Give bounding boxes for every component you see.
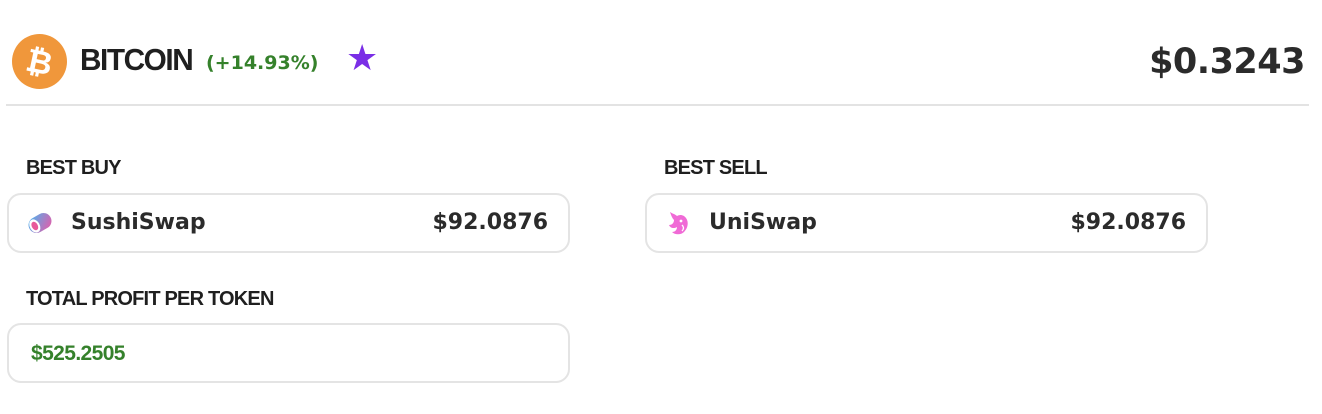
uniswap-icon <box>669 212 688 235</box>
best-sell-label: BEST SELL <box>664 157 768 179</box>
total-profit-card: $525.2505 <box>7 323 570 383</box>
bitcoin-symbol: ₿ <box>22 40 57 83</box>
best-buy-label: BEST BUY <box>26 157 122 179</box>
sushiswap-icon <box>28 213 52 233</box>
coin-header: ₿ BITCOIN (+14.93%) ★ $0.3243 <box>6 0 1309 106</box>
best-buy-card[interactable]: SushiSwap $92.0876 <box>7 193 570 253</box>
bitcoin-icon: ₿ <box>6 28 73 95</box>
coin-price: $0.3243 <box>1149 42 1305 82</box>
total-profit-value: $525.2505 <box>31 342 125 365</box>
best-sell-exchange-name: UniSwap <box>709 210 817 235</box>
coin-name: BITCOIN <box>80 42 194 77</box>
best-sell-card[interactable]: UniSwap $92.0876 <box>645 193 1208 253</box>
coin-change-percent: (+14.93%) <box>206 52 319 74</box>
best-buy-price: $92.0876 <box>432 210 548 235</box>
best-sell-price: $92.0876 <box>1070 210 1186 235</box>
favorite-star-icon[interactable]: ★ <box>346 41 378 77</box>
total-profit-label: TOTAL PROFIT PER TOKEN <box>26 288 274 310</box>
best-buy-exchange-name: SushiSwap <box>71 210 206 235</box>
